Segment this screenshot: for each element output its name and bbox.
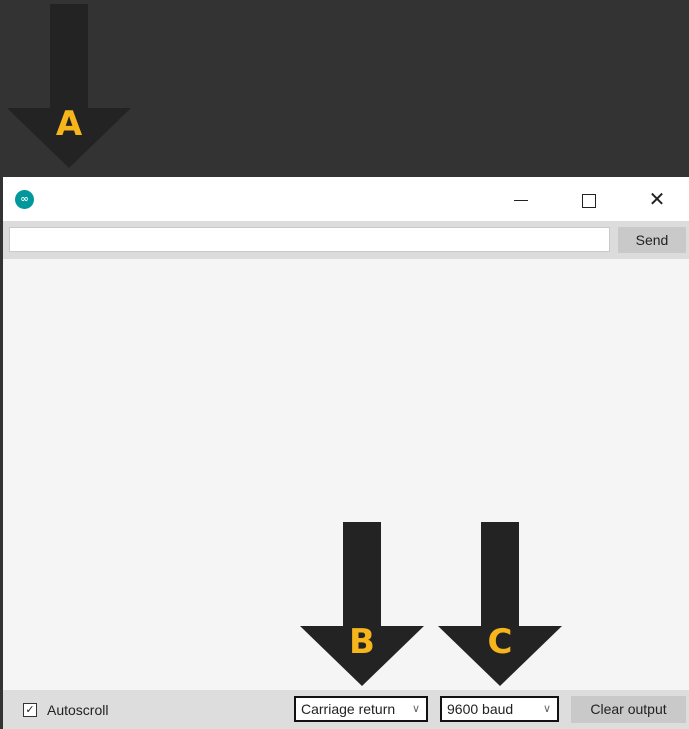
autoscroll-checkbox[interactable]: ✓ xyxy=(23,703,37,717)
arrow-shaft xyxy=(50,4,88,108)
line-ending-select[interactable]: Carriage return ∨ xyxy=(294,696,428,722)
close-button[interactable]: ✕ xyxy=(623,177,689,221)
maximize-icon xyxy=(582,193,596,208)
line-ending-value: Carriage return xyxy=(301,701,396,717)
annotation-arrow-b: B xyxy=(300,522,424,686)
close-icon: ✕ xyxy=(648,187,666,211)
arrow-shaft xyxy=(343,522,381,626)
annotation-label-c: C xyxy=(487,622,513,662)
bottom-toolbar: ✓ Autoscroll Carriage return ∨ 9600 baud… xyxy=(3,690,689,729)
annotation-label-b: B xyxy=(349,622,375,662)
send-button[interactable]: Send xyxy=(618,227,686,253)
baud-rate-select[interactable]: 9600 baud ∨ xyxy=(440,696,559,722)
annotation-label-a: A xyxy=(55,104,83,144)
serial-input[interactable] xyxy=(9,227,610,252)
maximize-button[interactable] xyxy=(555,177,623,221)
arrow-shaft xyxy=(481,522,519,626)
baud-rate-value: 9600 baud xyxy=(447,701,514,717)
minimize-icon xyxy=(514,200,528,201)
minimize-button[interactable] xyxy=(487,177,555,221)
annotation-arrow-c: C xyxy=(438,522,562,686)
chevron-down-icon: ∨ xyxy=(411,703,420,715)
send-bar: Send xyxy=(3,221,689,259)
arduino-logo-icon: ∞ xyxy=(15,190,34,209)
autoscroll-label: Autoscroll xyxy=(47,702,109,718)
clear-output-button[interactable]: Clear output xyxy=(571,696,686,723)
annotation-arrow-a: A xyxy=(7,4,131,168)
chevron-down-icon: ∨ xyxy=(542,703,551,715)
title-bar: ∞ ✕ xyxy=(3,177,689,221)
